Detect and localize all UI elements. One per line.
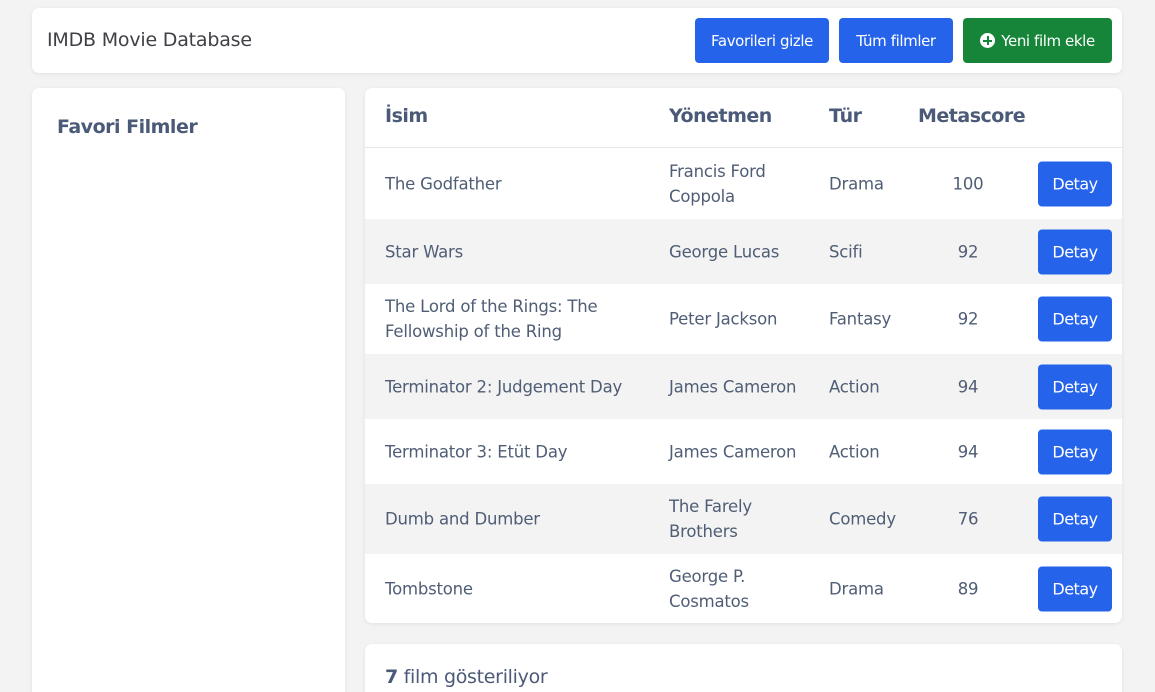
movie-director: Peter Jackson — [669, 309, 778, 329]
movie-name: Star Wars — [385, 242, 464, 261]
movie-metascore: 76 — [957, 509, 979, 529]
table-row: Star Wars George Lucas Scifi 92 Detay — [365, 219, 1122, 284]
detail-button[interactable]: Detay — [1038, 566, 1112, 612]
movie-director: George Lucas — [669, 242, 780, 261]
table-row: Terminator 2: Judgement Day James Camero… — [365, 354, 1122, 419]
movie-metascore: 94 — [957, 377, 979, 396]
movie-metascore: 92 — [957, 242, 979, 261]
movie-metascore: 94 — [957, 442, 979, 461]
movie-name: Terminator 3: Etüt Day — [385, 442, 568, 461]
movie-genre: Drama — [829, 174, 884, 194]
detail-button[interactable]: Detay — [1038, 429, 1112, 474]
movie-metascore: 89 — [957, 579, 979, 599]
table-header: İsim Yönetmen Tür Metascore — [365, 88, 1122, 148]
movie-name: The Godfather — [385, 174, 502, 194]
detail-button[interactable]: Detay — [1038, 229, 1112, 274]
column-header-director: Yönetmen — [669, 105, 772, 127]
movie-genre: Drama — [829, 579, 884, 599]
app-title: IMDB Movie Database — [47, 29, 252, 51]
table-row: Tombstone George P. Cosmatos Drama 89 De… — [365, 554, 1122, 623]
movie-director: James Cameron — [669, 442, 797, 461]
movie-name: Terminator 2: Judgement Day — [385, 377, 623, 396]
movies-table: İsim Yönetmen Tür Metascore The Godfathe… — [365, 88, 1122, 623]
column-header-name: İsim — [385, 105, 428, 127]
movie-metascore: 100 — [952, 174, 984, 194]
favorites-title: Favori Filmler — [57, 116, 198, 138]
detail-button[interactable]: Detay — [1038, 161, 1112, 207]
movie-genre: Scifi — [829, 242, 863, 261]
detail-button[interactable]: Detay — [1038, 364, 1112, 409]
table-row: The Lord of the Rings: The Fellowship of… — [365, 284, 1122, 354]
column-header-metascore: Metascore — [918, 105, 1026, 127]
movie-genre: Comedy — [829, 509, 896, 529]
plus-circle-icon — [980, 33, 996, 48]
results-count: 7 — [385, 666, 398, 688]
all-movies-button[interactable]: Tüm filmler — [839, 18, 953, 63]
results-summary: 7 film gösteriliyor — [365, 644, 1122, 692]
movie-director: The Farely Brothers — [669, 497, 752, 541]
table-row: The Godfather Francis Ford Coppola Drama… — [365, 149, 1122, 219]
table-row: Dumb and Dumber The Farely Brothers Come… — [365, 484, 1122, 554]
top-bar: IMDB Movie Database Favorileri gizle Tüm… — [32, 8, 1122, 73]
detail-button[interactable]: Detay — [1038, 496, 1112, 542]
movie-director: Francis Ford Coppola — [669, 162, 766, 206]
results-label: film gösteriliyor — [397, 666, 548, 688]
movie-name: Tombstone — [385, 579, 473, 599]
movie-director: James Cameron — [669, 377, 797, 396]
movie-name: The Lord of the Rings: The Fellowship of… — [385, 297, 598, 341]
movie-genre: Action — [829, 442, 880, 461]
movie-genre: Fantasy — [829, 309, 892, 329]
table-row: Terminator 3: Etüt Day James Cameron Act… — [365, 419, 1122, 484]
movie-director: George P. Cosmatos — [669, 567, 749, 611]
detail-button[interactable]: Detay — [1038, 296, 1112, 342]
favorites-panel: Favori Filmler — [32, 88, 345, 692]
movie-metascore: 92 — [957, 309, 979, 329]
add-movie-button[interactable]: Yeni film ekle — [963, 18, 1112, 63]
results-count-text: 7 film gösteriliyor — [385, 666, 548, 688]
movie-genre: Action — [829, 377, 880, 396]
movie-name: Dumb and Dumber — [385, 509, 540, 529]
hide-favorites-button[interactable]: Favorileri gizle — [695, 18, 829, 63]
add-movie-label: Yeni film ekle — [1001, 31, 1095, 50]
column-header-genre: Tür — [829, 105, 862, 127]
